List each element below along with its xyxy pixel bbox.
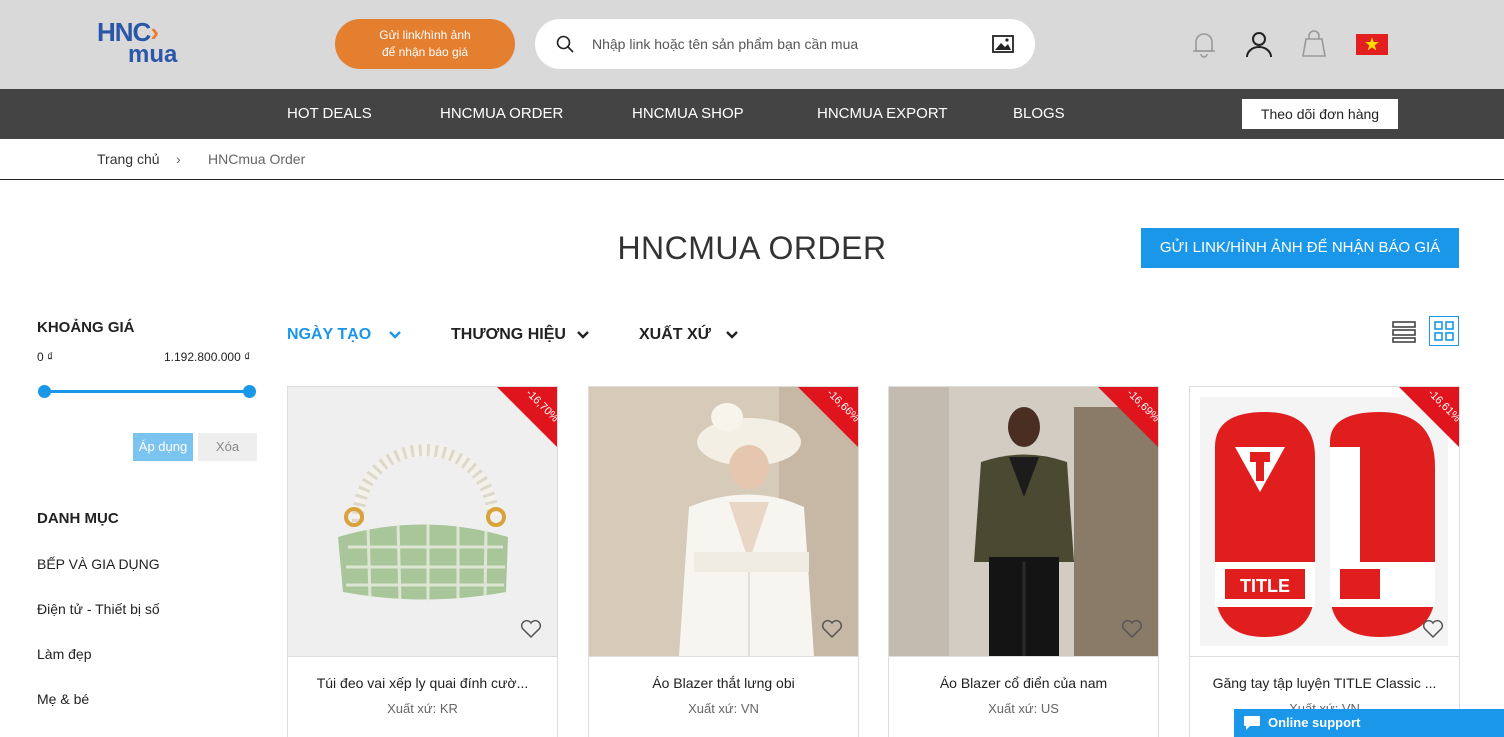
category-item[interactable]: Điện tử - Thiết bị số [37,601,160,617]
price-slider-min-handle[interactable] [38,385,51,398]
price-range-heading: KHOẢNG GIÁ [37,319,135,336]
heart-icon[interactable] [1121,619,1143,639]
nav-hncmua-export[interactable]: HNCMUA EXPORT [817,89,948,139]
heart-icon[interactable] [821,619,843,639]
apply-price-button[interactable]: Áp dụng [133,433,193,461]
origin-filter[interactable]: XUẤT XỨ [639,326,711,344]
chevron-down-icon[interactable] [576,328,590,342]
nav-hncmua-order[interactable]: HNCMUA ORDER [440,89,563,139]
category-heading: DANH MỤC [37,510,119,527]
track-order-button[interactable]: Theo dõi đơn hàng [1242,99,1398,129]
search-input[interactable] [592,33,972,55]
image-search-icon[interactable] [992,34,1014,54]
quote-pill-line2: để nhận báo giá [381,45,469,59]
discount-badge: -16,69% [1098,387,1158,447]
heart-icon[interactable] [1422,619,1444,639]
heart-icon[interactable] [520,619,542,639]
breadcrumb: Trang chủ › HNCmua Order [0,139,1504,180]
nav-hncmua-shop[interactable]: HNCMUA SHOP [632,89,744,139]
product-card[interactable]: -16,66% Áo Blazer thắt lưng obi Xuất xứ:… [588,386,859,737]
chat-bubble-icon [1244,716,1260,730]
online-support-button[interactable]: Online support [1234,709,1504,737]
nav-blogs[interactable]: BLOGS [1013,89,1065,139]
card-divider [1190,656,1459,657]
sort-by-date-filter[interactable]: NGÀY TẠO [287,326,371,344]
breadcrumb-separator: › [176,151,181,167]
product-card[interactable]: -16,69% Áo Blazer cổ điển của nam Xuất x… [888,386,1159,737]
price-slider-track[interactable] [44,390,250,393]
search-bar [535,19,1035,69]
discount-badge: -16,66% [798,387,858,447]
product-origin: Xuất xứ: US [988,701,1059,716]
top-bar: HNC› mua Gửi link/hình ảnh để nhận báo g… [0,0,1504,89]
online-support-label: Online support [1268,715,1361,730]
cart-icon[interactable] [1299,29,1329,59]
product-origin: Xuất xứ: KR [387,701,458,716]
card-divider [288,656,557,657]
breadcrumb-current: HNCmua Order [208,151,306,167]
send-link-quote-cta[interactable]: GỬI LINK/HÌNH ẢNH ĐỂ NHẬN BÁO GIÁ [1141,228,1459,268]
hncmua-logo[interactable]: HNC› mua [97,17,197,71]
category-item[interactable]: BẾP VÀ GIA DỤNG [37,556,160,572]
price-min-value: 0 ₫ [37,350,54,364]
card-divider [889,656,1158,657]
price-max-value: 1.192.800.000 ₫ [164,350,251,364]
glove-print: TITLE [1240,576,1290,596]
breadcrumb-home[interactable]: Trang chủ [97,151,160,167]
category-item[interactable]: Làm đẹp [37,646,91,662]
brand-filter[interactable]: THƯƠNG HIỆU [451,326,566,344]
discount-badge: -16,61% [1399,387,1459,447]
clear-price-button[interactable]: Xóa [198,433,257,461]
grid-view-icon[interactable] [1429,316,1459,346]
search-icon[interactable] [555,34,575,54]
vietnam-flag-icon[interactable] [1356,34,1388,55]
send-link-quote-button[interactable]: Gửi link/hình ảnh để nhận báo giá [335,19,515,69]
product-name[interactable]: Áo Blazer thắt lưng obi [599,675,848,691]
user-icon[interactable] [1244,29,1274,59]
list-view-icon[interactable] [1392,320,1416,344]
nav-hot-deals[interactable]: HOT DEALS [287,89,372,139]
product-name[interactable]: Găng tay tập luyện TITLE Classic ... [1200,675,1449,691]
product-name[interactable]: Túi đeo vai xếp ly quai đính cườ... [298,675,547,691]
discount-badge: -16,70% [497,387,557,447]
bell-icon[interactable] [1189,29,1219,59]
product-origin: Xuất xứ: VN [688,701,759,716]
product-card[interactable]: -16,70% Túi đeo vai xếp ly quai đính cườ… [287,386,558,737]
logo-wordmark-bottom: mua [128,41,178,68]
chevron-down-icon[interactable] [725,328,739,342]
category-item[interactable]: Mẹ & bé [37,691,89,707]
card-divider [589,656,858,657]
price-slider-max-handle[interactable] [243,385,256,398]
quote-pill-line1: Gửi link/hình ảnh [379,28,471,42]
product-card[interactable]: TITLE -16,61% Găng tay tập luyện TITLE C… [1189,386,1460,737]
product-name[interactable]: Áo Blazer cổ điển của nam [899,675,1148,691]
chevron-down-icon[interactable] [388,328,402,342]
